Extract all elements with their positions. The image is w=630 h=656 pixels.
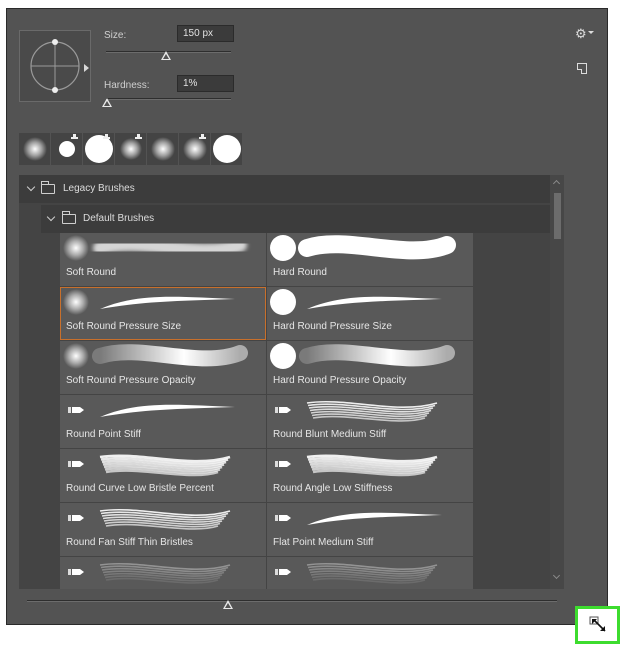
hardness-label: Hardness: bbox=[104, 80, 150, 91]
recent-brush-4[interactable] bbox=[115, 133, 147, 165]
brush-stroke-preview bbox=[68, 404, 235, 417]
brush-stroke-preview bbox=[270, 343, 455, 369]
size-label: Size: bbox=[104, 30, 127, 41]
brush-preset-name: Hard Round bbox=[273, 267, 327, 278]
recent-brushes-strip bbox=[19, 133, 245, 165]
recent-brush-6[interactable] bbox=[179, 133, 211, 165]
folder-icon bbox=[62, 211, 76, 224]
recent-brush-3[interactable] bbox=[83, 133, 115, 165]
brush-preset-name: Flat Point Medium Stiff bbox=[273, 537, 374, 548]
brush-preset-tile[interactable]: Hard Round Pressure Opacity bbox=[267, 341, 473, 394]
stamp-badge-icon bbox=[103, 134, 110, 140]
gear-icon[interactable]: ⚙ bbox=[575, 26, 587, 42]
chevron-down-icon[interactable] bbox=[46, 212, 56, 222]
brush-preset-tile[interactable]: Soft Round bbox=[60, 233, 266, 286]
brush-preset-tile[interactable]: Soft Round Pressure Size bbox=[60, 287, 266, 340]
size-input[interactable] bbox=[177, 25, 234, 42]
stamp-badge-icon bbox=[71, 134, 78, 140]
brush-stroke-preview bbox=[63, 289, 235, 315]
scroll-up-icon[interactable] bbox=[552, 179, 561, 188]
preview-size-slider-track[interactable] bbox=[27, 600, 557, 602]
brush-preset-tile[interactable]: Soft Round Pressure Opacity bbox=[60, 341, 266, 394]
brush-stroke-preview bbox=[68, 454, 231, 477]
new-preset-icon[interactable] bbox=[577, 63, 587, 74]
folder-label: Legacy Brushes bbox=[63, 183, 135, 194]
scrollbar-thumb[interactable] bbox=[554, 193, 561, 239]
folder-icon bbox=[41, 181, 55, 194]
brush-preset-tile[interactable] bbox=[267, 557, 473, 589]
brush-preset-name: Hard Round Pressure Size bbox=[273, 321, 392, 332]
scroll-down-icon[interactable] bbox=[552, 571, 561, 580]
brush-stroke-preview bbox=[63, 343, 248, 369]
brush-stroke-preview bbox=[275, 400, 438, 422]
folder-default-brushes[interactable]: Default Brushes bbox=[41, 205, 550, 233]
brush-stroke-preview bbox=[63, 235, 247, 261]
brush-preset-tile[interactable]: Hard Round Pressure Size bbox=[267, 287, 473, 340]
brush-preset-name: Soft Round Pressure Size bbox=[66, 321, 182, 332]
brush-preset-tile[interactable]: Round Curve Low Bristle Percent bbox=[60, 449, 266, 502]
stamp-badge-icon bbox=[135, 134, 142, 140]
brush-stroke-preview bbox=[270, 235, 456, 261]
brush-preset-tile[interactable]: Round Angle Low Stiffness bbox=[267, 449, 473, 502]
brush-preset-name: Round Fan Stiff Thin Bristles bbox=[66, 537, 193, 548]
brush-preset-tile[interactable]: Flat Point Medium Stiff bbox=[267, 503, 473, 556]
brush-preset-tile[interactable] bbox=[60, 557, 266, 589]
brush-stroke-preview bbox=[275, 562, 438, 584]
gear-menu-caret-icon[interactable] bbox=[588, 31, 594, 34]
brush-preset-tile[interactable]: Round Point Stiff bbox=[60, 395, 266, 448]
brush-stroke-preview bbox=[270, 289, 442, 315]
brush-stroke-preview bbox=[68, 562, 231, 584]
brush-preset-name: Round Point Stiff bbox=[66, 429, 141, 440]
recent-brush-5[interactable] bbox=[147, 133, 179, 165]
brush-angle-roundness-icon[interactable] bbox=[20, 31, 90, 101]
hardness-input[interactable] bbox=[177, 75, 234, 92]
brush-preset-name: Round Angle Low Stiffness bbox=[273, 483, 393, 494]
recent-brush-7[interactable] bbox=[211, 133, 243, 165]
list-scrollbar[interactable] bbox=[550, 175, 564, 589]
brush-preset-name: Hard Round Pressure Opacity bbox=[273, 375, 407, 386]
brush-preset-list: Legacy Brushes Default Brushes Soft Roun… bbox=[19, 175, 564, 589]
brush-preset-tile[interactable]: Hard Round bbox=[267, 233, 473, 286]
preview-arrow-icon bbox=[84, 64, 89, 72]
brush-preset-panel: Size: Hardness: ⚙ Legacy Brushes Default… bbox=[6, 8, 608, 625]
recent-brush-2[interactable] bbox=[51, 133, 83, 165]
folder-legacy-brushes[interactable]: Legacy Brushes bbox=[19, 175, 550, 203]
brush-stroke-preview bbox=[275, 454, 438, 477]
stamp-badge-icon bbox=[199, 134, 206, 140]
brush-preset-tile[interactable]: Round Blunt Medium Stiff bbox=[267, 395, 473, 448]
brush-stroke-preview bbox=[68, 508, 231, 530]
resize-handle[interactable] bbox=[575, 606, 620, 644]
recent-brush-1[interactable] bbox=[19, 133, 51, 165]
chevron-down-icon[interactable] bbox=[26, 182, 36, 192]
resize-icon[interactable] bbox=[589, 616, 607, 633]
brush-preset-name: Soft Round bbox=[66, 267, 117, 278]
brush-preset-name: Round Blunt Medium Stiff bbox=[273, 429, 387, 440]
brush-preset-tile[interactable]: Round Fan Stiff Thin Bristles bbox=[60, 503, 266, 556]
brush-tip-preview[interactable] bbox=[19, 30, 91, 102]
subfolder-label: Default Brushes bbox=[83, 213, 155, 224]
brush-preset-name: Round Curve Low Bristle Percent bbox=[66, 483, 214, 494]
brush-preset-name: Soft Round Pressure Opacity bbox=[66, 375, 196, 386]
hardness-slider-track[interactable] bbox=[106, 98, 231, 100]
brush-stroke-preview bbox=[275, 512, 442, 525]
